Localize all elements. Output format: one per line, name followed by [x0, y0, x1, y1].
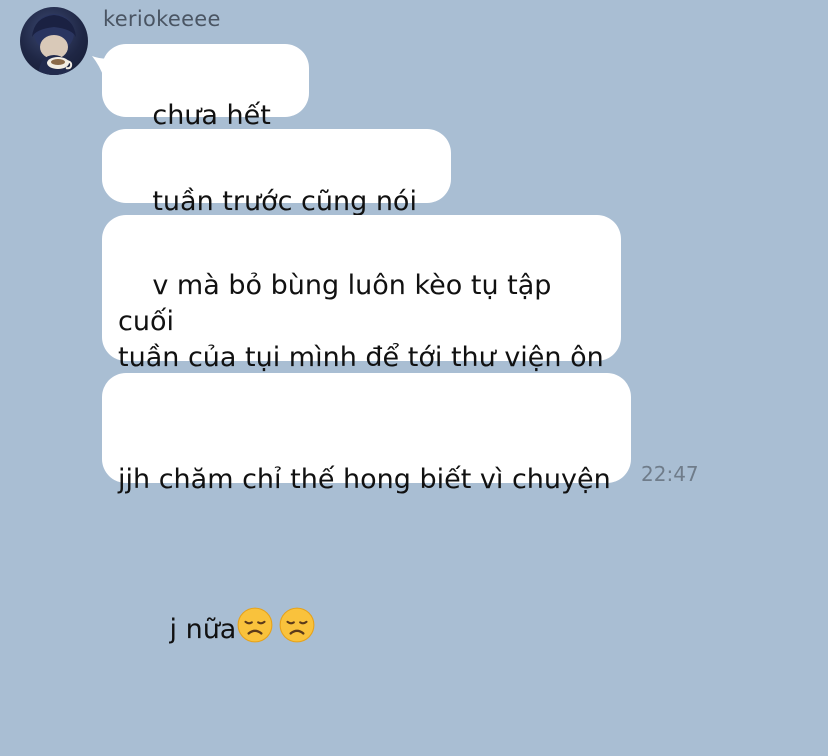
message-bubble[interactable]: v mà bỏ bùng luôn kèo tụ tập cuối tuần c… — [102, 215, 621, 409]
message-text: j nữa — [169, 614, 237, 645]
message-bubble[interactable]: jjh chăm chỉ thế hong biết vì chuyện j n… — [102, 373, 631, 645]
disappointed-face-icon — [279, 607, 315, 643]
avatar-image — [32, 14, 76, 75]
message-timestamp: 22:47 — [641, 462, 699, 486]
message-bubble[interactable]: chưa hết nha — [102, 44, 309, 167]
chat-window: keriokeeee chưa hết nha tuần trước cũng … — [0, 0, 828, 645]
message-bubble[interactable]: tuần trước cũng nói thế — [102, 129, 451, 253]
message-text-line: jjh chăm chỉ thế hong biết vì chuyện — [118, 464, 611, 495]
message-text-line: j nữa — [118, 570, 615, 684]
sender-name: keriokeeee — [103, 7, 221, 31]
avatar[interactable] — [20, 7, 88, 75]
disappointed-face-icon — [237, 607, 273, 643]
